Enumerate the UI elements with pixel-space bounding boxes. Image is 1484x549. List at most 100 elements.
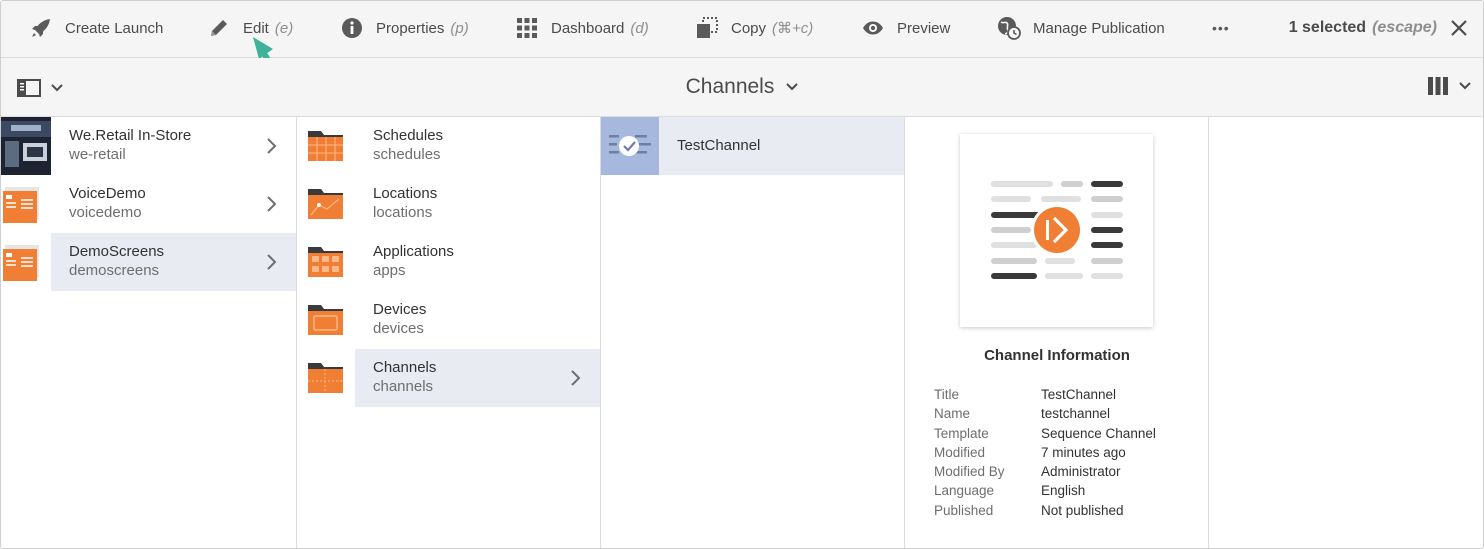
column-project-folders: Schedules schedules Locations locations [297,117,601,548]
item-title: TestChannel [677,137,761,154]
item-title: Schedules [373,127,444,144]
globe-clock-icon [997,16,1021,40]
close-icon [1451,20,1467,36]
chevron-right-icon [267,254,277,270]
item-subtitle: devices [373,320,424,337]
more-actions-button[interactable]: ••• [1212,1,1230,55]
manage-publication-label: Manage Publication [1033,19,1165,37]
launch-icon [29,16,53,40]
info-panel: Channel Information Title TestChannel Nam… [905,117,1209,548]
item-subtitle: we-retail [69,146,126,163]
metadata-row: Template Sequence Channel [934,424,1156,443]
eye-icon [861,16,885,40]
item-title: We.Retail In-Store [69,127,192,144]
page-title[interactable]: Channels [1,58,1483,116]
copy-icon [695,16,719,40]
column-view-icon [1428,77,1448,95]
metadata-row: Language English [934,481,1156,500]
chevron-right-icon [571,370,581,386]
list-item[interactable]: VoiceDemo voicedemo [1,175,296,233]
info-icon [340,16,364,40]
sequence-channel-icon [991,181,1123,279]
folder-icon [297,117,355,175]
more-icon: ••• [1212,20,1230,36]
item-title: DemoScreens [69,243,165,260]
metadata-key: Template [934,425,989,441]
copy-shortcut: (⌘+c) [772,20,814,37]
action-bar: Create Launch Edit (e) Properties (p) Da… [1,1,1483,88]
list-item[interactable]: Channels channels [297,349,600,407]
thumbnail-image [1,175,51,233]
rail-icon [17,79,41,97]
metadata-value: testchannel [1041,406,1111,422]
item-subtitle: voicedemo [69,204,142,221]
side-rail-toggle[interactable] [17,76,63,100]
metadata-row: Name testchannel [934,404,1156,423]
thumbnail-image [1,117,51,175]
metadata-key: Published [934,502,994,518]
item-title: Applications [373,243,454,260]
metadata-key: Modified By [934,464,1005,480]
preview-button[interactable]: Preview [861,1,950,55]
selection-status: 1 selected (escape) [1289,1,1437,55]
chevron-down-icon [51,84,63,92]
dashboard-label: Dashboard [551,19,625,37]
close-selection-button[interactable] [1447,16,1471,40]
metadata-value: Administrator [1041,464,1121,480]
create-launch-button[interactable]: Create Launch [29,1,163,55]
metadata-list: Title TestChannel Name testchannel Templat… [934,385,1156,520]
list-item[interactable]: We.Retail In-Store we-retail [1,117,296,175]
list-item[interactable]: Locations locations [297,175,600,233]
chevron-right-icon [267,138,277,154]
list-item[interactable]: Schedules schedules [297,117,600,175]
view-switcher[interactable] [1427,76,1471,96]
copy-button[interactable]: Copy (⌘+c) [695,1,813,55]
metadata-value: English [1041,483,1086,499]
column-projects: We.Retail In-Store we-retail VoiceDemo v… [1,117,297,548]
dashboard-button[interactable]: Dashboard (d) [515,1,649,55]
list-item[interactable]: TestChannel [601,117,904,175]
metadata-value: TestChannel [1041,387,1117,402]
escape-hint: (escape) [1372,19,1437,36]
edit-label: Edit [243,19,269,37]
properties-shortcut: (p) [450,19,469,37]
list-item[interactable]: DemoScreens demoscreens [1,233,296,291]
metadata-value: 7 minutes ago [1041,444,1126,460]
folder-icon [297,291,355,349]
metadata-value: Sequence Channel [1041,425,1156,441]
list-item[interactable]: Devices devices [297,291,600,349]
copy-label: Copy [731,19,767,37]
item-subtitle: schedules [373,146,441,163]
edit-shortcut: (e) [274,19,294,37]
pencil-icon [207,16,231,40]
preview-label: Preview [897,19,951,37]
dashboard-shortcut: (d) [630,19,649,37]
metadata-key: Title [934,387,960,402]
list-item[interactable]: Applications apps [297,233,600,291]
item-title: Channels [373,359,437,376]
item-subtitle: locations [373,204,433,221]
item-subtitle: apps [373,262,406,279]
page-title-label: Channels [685,75,775,98]
chevron-right-icon [267,196,277,212]
item-title: Devices [373,301,427,318]
item-title: Locations [373,185,438,202]
item-subtitle: demoscreens [69,262,160,279]
title-bar: Channels [1,58,1483,117]
metadata-key: Name [934,406,971,422]
metadata-key: Modified [934,444,986,460]
grid-icon [515,16,539,40]
selected-check-icon [601,117,659,175]
item-title: VoiceDemo [69,185,146,202]
metadata-row: Title TestChannel [934,385,1156,404]
manage-publication-button[interactable]: Manage Publication [997,1,1165,55]
metadata-row: Modified By Administrator [934,462,1156,481]
properties-button[interactable]: Properties (p) [340,1,469,55]
folder-icon [297,349,355,407]
create-launch-label: Create Launch [65,19,164,37]
channel-preview-thumbnail [960,134,1153,327]
folder-icon [297,233,355,291]
column-channels: TestChannel [601,117,905,548]
chevron-down-icon [786,83,799,91]
metadata-key: Language [934,483,995,499]
